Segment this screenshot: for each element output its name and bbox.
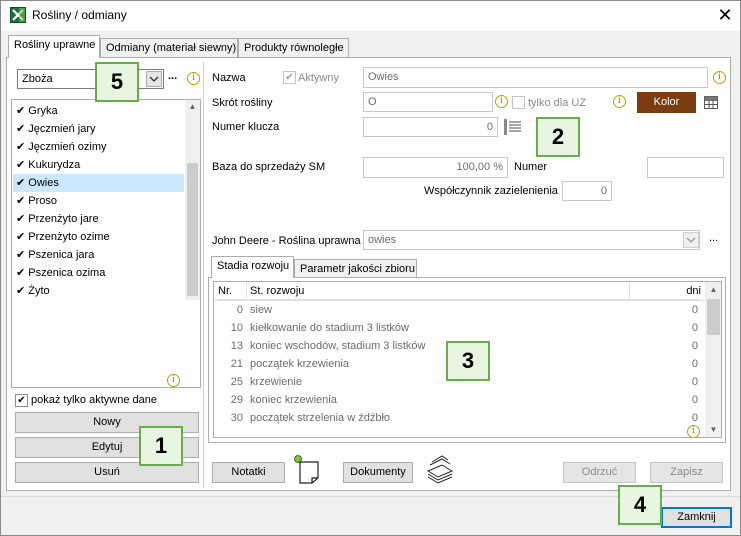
list-item[interactable]: ✔ Pszenica ozima	[13, 264, 184, 282]
group-more-button[interactable]: ...	[168, 70, 177, 82]
check-icon: ✔	[16, 231, 26, 243]
sales-base-label: Baza do sprzedaży SM	[212, 161, 326, 173]
short-name-label: Skrót rośliny	[212, 97, 273, 109]
check-icon: ✔	[16, 177, 26, 189]
list-item[interactable]: ✔ Jęczmień ozimy	[13, 138, 184, 156]
grid-icon[interactable]	[704, 96, 718, 112]
short-name-field[interactable]: O	[363, 92, 493, 112]
check-icon: ✔	[16, 105, 26, 117]
callout-4: 4	[618, 485, 662, 525]
table-row[interactable]: 0 siew 0	[214, 301, 705, 319]
cancel-button[interactable]: Odrzuć	[563, 462, 636, 483]
greening-field[interactable]: 0	[562, 181, 612, 201]
info-icon[interactable]: i	[687, 425, 700, 437]
sales-base-field[interactable]: 100,00 %	[363, 157, 508, 178]
callout-5: 5	[95, 62, 139, 102]
info-icon[interactable]: i	[713, 71, 726, 84]
list-item[interactable]: ✔ Przenżyto jare	[13, 210, 184, 228]
subtab-stages[interactable]: Stadia rozwoju	[211, 256, 294, 278]
column-header-nr[interactable]: Nr.	[218, 282, 248, 300]
scroll-up-icon[interactable]: ▲	[705, 285, 721, 294]
list-item[interactable]: ✔ Pszenica jara	[13, 246, 184, 264]
number-label: Numer	[514, 161, 548, 173]
scroll-thumb[interactable]	[187, 163, 198, 296]
key-lookup-icon[interactable]	[504, 119, 522, 138]
name-label: Nazwa	[212, 72, 246, 84]
crop-list: ✔ Gryka ✔ Jęczmień jary ✔ Jęczmień ozimy…	[11, 99, 201, 388]
info-icon[interactable]: i	[187, 72, 200, 85]
group-combo[interactable]: Zboża	[17, 69, 164, 89]
save-button[interactable]: Zapisz	[650, 462, 723, 483]
list-item[interactable]: ✔ Jęczmień jary	[13, 120, 184, 138]
check-icon: ✔	[16, 123, 26, 135]
callout-2: 2	[536, 117, 580, 157]
scroll-thumb[interactable]	[707, 299, 720, 335]
window-title: Rośliny / odmiany	[32, 8, 127, 22]
number-field[interactable]	[647, 157, 724, 178]
uz-only-checkbox[interactable]	[512, 96, 525, 109]
tab-parallel-products[interactable]: Produkty równoległe	[238, 38, 349, 57]
info-icon[interactable]: i	[167, 374, 180, 387]
callout-3: 3	[446, 341, 490, 381]
list-item[interactable]: ✔ Kukurydza	[13, 156, 184, 174]
scroll-up-icon[interactable]: ▲	[185, 102, 200, 111]
tab-crops[interactable]: Rośliny uprawne	[8, 35, 100, 58]
john-deere-value: owies	[368, 234, 397, 246]
info-icon[interactable]: i	[613, 95, 626, 108]
pane-divider	[203, 62, 204, 488]
color-button[interactable]: Kolor	[637, 92, 696, 113]
column-header-days[interactable]: dni	[630, 282, 701, 300]
chevron-down-icon[interactable]	[683, 232, 699, 248]
uz-only-label: tylko dla UZ	[528, 97, 587, 109]
excel-like-icon	[10, 7, 26, 23]
john-deere-more-button[interactable]: ...	[709, 232, 718, 244]
table-row[interactable]: 29 koniec krzewienia 0	[214, 391, 705, 409]
scroll-down-icon[interactable]: ▼	[705, 425, 721, 434]
key-number-field[interactable]: 0	[363, 117, 498, 137]
note-icon[interactable]	[293, 454, 321, 487]
list-item-selected[interactable]: ✔ Owies	[13, 174, 184, 192]
check-icon: ✔	[16, 141, 26, 153]
list-item[interactable]: ✔ Żyto	[13, 282, 184, 300]
tab-varieties[interactable]: Odmiany (materiał siewny)	[100, 38, 238, 57]
list-item[interactable]: ✔ Gryka	[13, 102, 184, 120]
notes-button[interactable]: Notatki	[212, 462, 285, 483]
info-icon[interactable]: i	[495, 95, 508, 108]
documents-button[interactable]: Dokumenty	[343, 462, 413, 483]
close-icon[interactable]: ✕	[712, 3, 738, 27]
table-row[interactable]: 10 kiełkowanie do stadium 3 listków 0	[214, 319, 705, 337]
check-icon: ✔	[16, 267, 26, 279]
column-header-stage[interactable]: St. rozwoju	[250, 282, 630, 300]
name-field[interactable]: Owies	[363, 67, 708, 88]
check-icon: ✔	[16, 213, 26, 225]
key-number-label: Numer klucza	[212, 121, 280, 133]
show-active-label: pokaż tylko aktywne dane	[31, 394, 157, 406]
list-item[interactable]: ✔ Przenżyto ozime	[13, 228, 184, 246]
chevron-down-icon[interactable]	[146, 71, 162, 87]
john-deere-label: John Deere - Roślina uprawna	[212, 235, 361, 247]
callout-1: 1	[139, 426, 183, 466]
subtab-quality[interactable]: Parametr jakości zbioru	[294, 259, 417, 278]
documents-icon[interactable]	[424, 453, 456, 488]
check-icon: ✔	[16, 195, 26, 207]
list-item[interactable]: ✔ Proso	[13, 192, 184, 210]
active-label: Aktywny	[298, 72, 339, 84]
group-combo-value: Zboża	[22, 73, 53, 85]
greening-label: Współczynnik zazielenienia	[424, 185, 558, 197]
active-checkbox[interactable]: ✔	[283, 71, 296, 84]
check-icon: ✔	[16, 159, 26, 171]
list-scrollbar[interactable]: ▲	[185, 100, 200, 300]
check-icon: ✔	[16, 285, 26, 297]
john-deere-combo[interactable]: owies	[363, 230, 700, 250]
check-icon: ✔	[16, 249, 26, 261]
show-active-checkbox[interactable]: ✔	[15, 394, 28, 407]
table-row[interactable]: 30 początek strzelenia w źdźbło 0	[214, 409, 705, 427]
table-scrollbar[interactable]: ▲ ▼	[705, 282, 721, 437]
close-button[interactable]: Zamknij	[661, 507, 732, 528]
